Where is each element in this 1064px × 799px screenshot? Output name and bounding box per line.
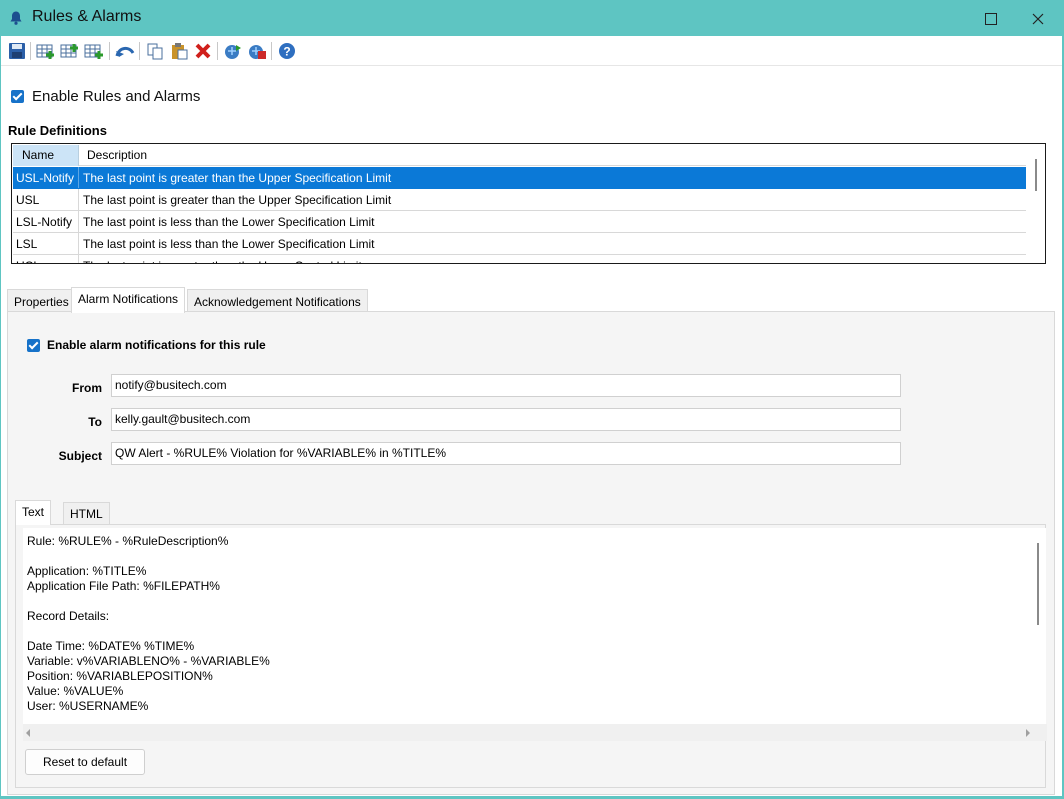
to-field[interactable]: kelly.gault@busitech.com — [111, 408, 901, 431]
save-icon[interactable] — [6, 40, 28, 62]
delete-icon[interactable] — [192, 40, 214, 62]
rule-name-cell: LSL-Notify — [13, 211, 79, 232]
message-body-textarea[interactable]: Rule: %RULE% - %RuleDescription% Applica… — [23, 528, 1031, 741]
insert-rule-icon[interactable] — [59, 40, 81, 62]
enable-rules-label: Enable Rules and Alarms — [32, 88, 201, 105]
tab-properties[interactable]: Properties — [7, 289, 76, 312]
window-title: Rules & Alarms — [32, 8, 142, 25]
tab-acknowledgement-notifications[interactable]: Acknowledgement Notifications — [187, 289, 368, 312]
scrollbar-thumb[interactable] — [1037, 543, 1039, 625]
rule-name-cell: UCL — [13, 255, 79, 263]
tab-html[interactable]: HTML — [63, 502, 110, 524]
grid-header: Name Description — [13, 145, 1026, 166]
text-body-panel: Rule: %RULE% - %RuleDescription% Applica… — [15, 524, 1047, 788]
rule-name-cell: USL — [13, 189, 79, 210]
close-icon — [1032, 13, 1044, 25]
alarm-notifications-panel: Enable alarm notifications for this rule… — [7, 311, 1055, 795]
rule-description-cell: The last point is greater than the Upper… — [83, 193, 392, 207]
export-icon[interactable] — [246, 40, 268, 62]
body-horizontal-scrollbar[interactable] — [23, 724, 1047, 741]
rules-alarms-window: Rules & Alarms ? Enable Rules and Alarms… — [0, 0, 1064, 799]
import-icon[interactable] — [222, 40, 244, 62]
add-rule-icon[interactable] — [35, 40, 57, 62]
close-button[interactable] — [1015, 6, 1061, 32]
rule-description-cell: The last point is less than the Lower Sp… — [83, 215, 375, 229]
tab-text[interactable]: Text — [15, 500, 52, 525]
grid-vertical-scrollbar[interactable] — [1027, 145, 1044, 262]
copy-icon[interactable] — [144, 40, 166, 62]
subject-label: Subject — [58, 449, 102, 463]
client-area: ? Enable Rules and Alarms Rule Definitio… — [1, 36, 1062, 796]
svg-text:?: ? — [283, 45, 290, 59]
bell-icon — [8, 10, 24, 26]
table-row[interactable]: LSL-Notify The last point is less than th… — [13, 211, 1026, 233]
rule-description-cell: The last point is less than the Lower Sp… — [83, 237, 375, 251]
body-vertical-scrollbar[interactable] — [1029, 528, 1046, 724]
rule-name-cell: LSL — [13, 233, 79, 254]
table-row[interactable]: LSL The last point is less than the Lower… — [13, 233, 1026, 255]
rule-definitions-label: Rule Definitions — [8, 123, 107, 138]
title-bar[interactable]: Rules & Alarms — [0, 0, 1064, 36]
table-row[interactable]: USL The last point is greater than the Up… — [13, 189, 1026, 211]
tab-alarm-notifications[interactable]: Alarm Notifications — [71, 287, 186, 313]
enable-alarm-checkbox[interactable]: Enable alarm notifications for this rule — [27, 338, 266, 352]
to-label: To — [88, 415, 102, 429]
checkbox-icon[interactable] — [27, 338, 40, 352]
table-row[interactable]: USL-Notify The last point is greater than… — [13, 167, 1026, 189]
undo-icon[interactable] — [114, 40, 136, 62]
column-header-name[interactable]: Name — [13, 145, 79, 166]
rule-description-cell: The last point is greater than the Upper… — [83, 259, 362, 263]
subject-field[interactable]: QW Alert - %RULE% Violation for %VARIABL… — [111, 442, 901, 465]
rule-name-cell: USL-Notify — [13, 167, 79, 188]
paste-icon[interactable] — [168, 40, 190, 62]
rule-description-cell: The last point is greater than the Upper… — [83, 171, 392, 185]
rule-definitions-grid[interactable]: Name Description USL-Notify The last poin… — [11, 143, 1046, 264]
checkbox-icon[interactable] — [11, 90, 24, 103]
enable-rules-checkbox[interactable]: Enable Rules and Alarms — [11, 88, 200, 105]
table-row[interactable]: UCL The last point is greater than the Up… — [13, 255, 1026, 263]
from-label: From — [72, 381, 102, 395]
enable-alarm-label: Enable alarm notifications for this rule — [47, 338, 266, 352]
maximize-button[interactable] — [968, 6, 1014, 32]
append-rule-icon[interactable] — [83, 40, 105, 62]
reset-to-default-button[interactable]: Reset to default — [25, 749, 145, 775]
from-field[interactable]: notify@busitech.com — [111, 374, 901, 397]
help-icon[interactable]: ? — [276, 40, 298, 62]
toolbar: ? — [1, 36, 1062, 66]
column-header-description[interactable]: Description — [79, 145, 147, 166]
scrollbar-thumb[interactable] — [1035, 159, 1037, 191]
